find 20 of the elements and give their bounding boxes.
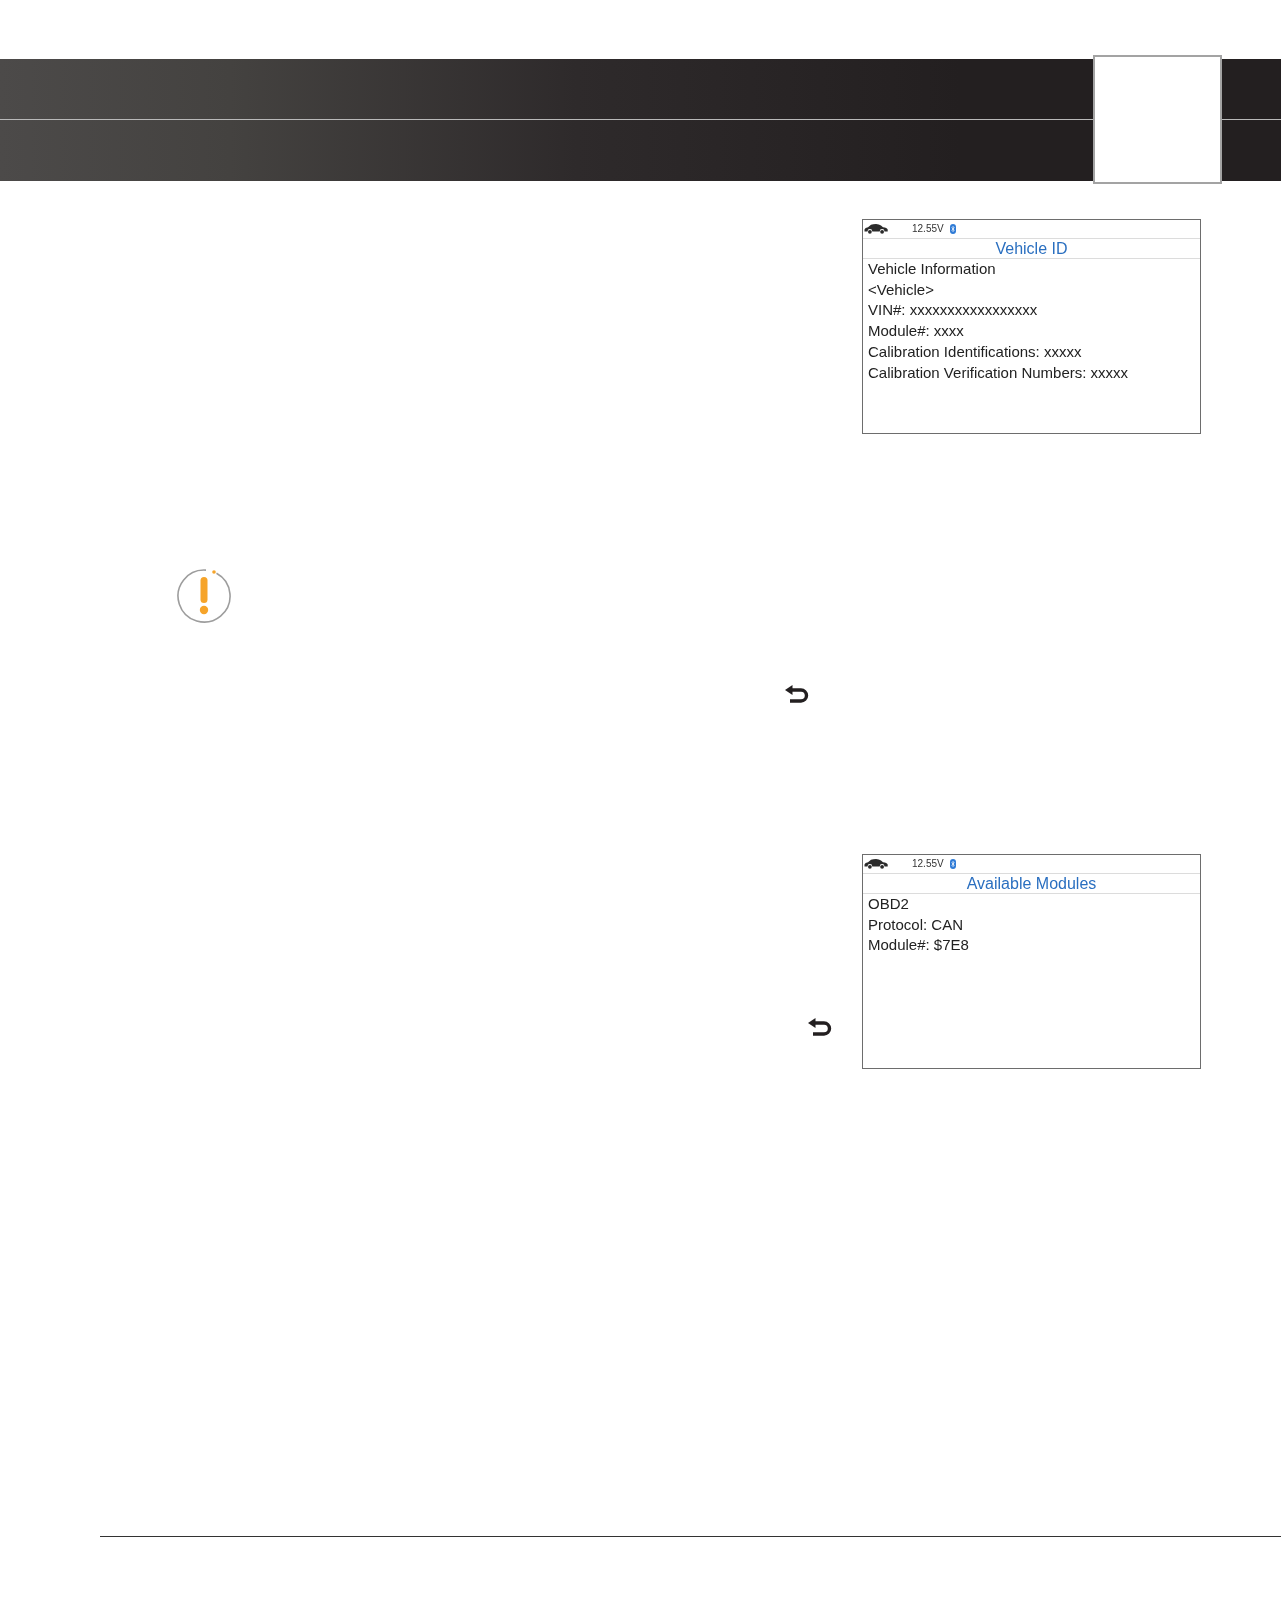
screen-title: Vehicle ID — [995, 240, 1068, 257]
info-line: Vehicle Information — [868, 259, 997, 279]
info-line: Calibration Verification Numbers: xxxxx — [868, 362, 1130, 383]
info-line: OBD2 — [868, 894, 910, 914]
info-line: Calibration Identifications: xxxxx — [868, 341, 1083, 362]
info-line: Module#: xxxx — [868, 321, 965, 342]
info-line: Protocol: CAN — [868, 914, 965, 935]
car-icon — [864, 224, 888, 234]
voltage-reading: 12.55V — [912, 859, 944, 869]
voltage-reading: 12.55V — [912, 224, 944, 234]
info-line: VIN#: xxxxxxxxxxxxxxxxx — [868, 300, 1039, 321]
car-icon — [864, 859, 888, 869]
return-icon — [785, 685, 809, 703]
return-icon — [808, 1018, 832, 1036]
info-line: Module#: $7E8 — [868, 935, 970, 956]
screen-title: Available Modules — [966, 875, 1097, 892]
bluetooth-icon — [949, 224, 956, 234]
warning-icon — [176, 568, 232, 624]
info-line: <Vehicle> — [868, 279, 935, 300]
bluetooth-icon — [949, 859, 956, 869]
